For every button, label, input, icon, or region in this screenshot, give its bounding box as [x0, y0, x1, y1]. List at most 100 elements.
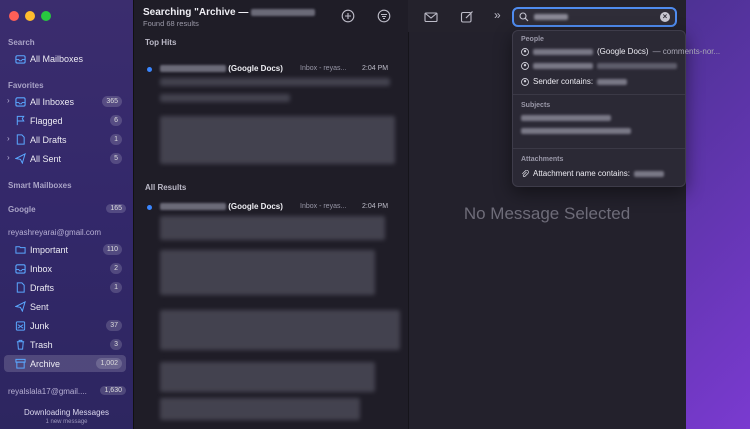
mailbox-stack-icon [15, 55, 26, 64]
message-sender: (Google Docs) [160, 64, 283, 73]
unread-dot [147, 205, 152, 210]
chevron-right-icon[interactable]: › [7, 134, 10, 143]
redacted-text [251, 8, 316, 16]
compose-icon[interactable] [460, 10, 474, 24]
search-section-header: Search [8, 38, 35, 47]
suggestion-attachment[interactable]: Attachment name contains: [521, 169, 664, 178]
minimize-window-button[interactable] [25, 11, 35, 21]
count-badge: 37 [106, 320, 122, 331]
close-window-button[interactable] [9, 11, 19, 21]
message-mailbox: Inbox - reyas... [300, 203, 347, 210]
sidebar-item-all-inboxes[interactable]: › All Inboxes 365 [4, 93, 126, 110]
redacted-preview [160, 216, 385, 240]
document-icon [16, 134, 25, 145]
sidebar-item-all-sent[interactable]: › All Sent 5 [4, 150, 126, 167]
redacted-preview [160, 310, 400, 350]
list-item[interactable]: (Google Docs) Inbox - reyas... 2:04 PM [134, 202, 409, 242]
redacted-text [533, 63, 593, 69]
list-item[interactable] [134, 310, 409, 355]
sidebar-item-drafts[interactable]: Drafts 1 [4, 279, 126, 296]
sidebar-item-label: Junk [30, 320, 50, 331]
redacted-text [521, 115, 611, 121]
person-icon [521, 62, 529, 70]
redacted-text [597, 63, 677, 69]
download-status: Downloading Messages [24, 408, 109, 417]
zoom-window-button[interactable] [41, 11, 51, 21]
search-query-redacted [534, 14, 568, 20]
message-time: 2:04 PM [362, 65, 389, 72]
envelope-icon[interactable] [424, 10, 438, 24]
document-icon [16, 282, 25, 293]
sidebar-item-all-mailboxes[interactable]: All Mailboxes [4, 50, 126, 67]
paper-plane-icon [15, 301, 26, 312]
sidebar-item-label: Important [30, 244, 69, 255]
smart-mailboxes-header[interactable]: Smart Mailboxes [8, 181, 72, 190]
sidebar-item-junk[interactable]: Junk 37 [4, 317, 126, 334]
redacted-text [521, 128, 631, 134]
archive-box-icon [15, 358, 26, 369]
redacted-preview [160, 78, 390, 86]
search-input[interactable]: × [512, 7, 677, 27]
sidebar-item-label: Drafts [30, 282, 55, 293]
google-account-header[interactable]: Google [8, 205, 36, 214]
sidebar-item-label: All Drafts [30, 134, 67, 145]
sidebar-item-label: All Mailboxes [30, 53, 84, 64]
message-mailbox: Inbox - reyas... [300, 65, 347, 72]
list-item[interactable] [134, 250, 409, 300]
unread-dot [147, 67, 152, 72]
redacted-text [633, 170, 664, 177]
sidebar-item-archive[interactable]: Archive 1,002 [4, 355, 126, 372]
filter-icon[interactable] [377, 9, 391, 23]
download-status-sub: 1 new message [45, 419, 88, 425]
sidebar-item-all-drafts[interactable]: › All Drafts 1 [4, 131, 126, 148]
search-icon [519, 12, 529, 22]
list-item[interactable]: (Google Docs) Inbox - reyas... 2:04 PM [134, 64, 409, 169]
second-account[interactable]: reyalslala17@gmail.... [8, 387, 87, 396]
redacted-preview [160, 250, 375, 295]
count-badge: 110 [102, 244, 122, 255]
overflow-chevron-icon[interactable]: » [494, 8, 508, 22]
sidebar-item-trash[interactable]: Trash 3 [4, 336, 126, 353]
favorites-section-header: Favorites [8, 81, 44, 90]
trash-icon [16, 339, 25, 350]
redacted-preview [160, 398, 360, 420]
suggestion-tag: (Google Docs) [597, 47, 649, 56]
empty-state: No Message Selected [463, 204, 631, 223]
window-controls [9, 11, 51, 21]
sidebar-item-sent[interactable]: Sent [4, 298, 126, 315]
compose-plus-icon[interactable] [341, 9, 355, 23]
sidebar-item-flagged[interactable]: Flagged 6 [4, 112, 126, 129]
suggestion-sender[interactable]: Sender contains: [521, 77, 628, 86]
suggestion-detail: — comments-nor... [652, 47, 721, 56]
sidebar-item-label: Flagged [30, 115, 63, 126]
divider [513, 94, 685, 95]
sidebar-item-important[interactable]: Important 110 [4, 241, 126, 258]
person-icon [521, 47, 529, 56]
people-header: People [521, 36, 544, 43]
account-email[interactable]: reyashreyarai@gmail.com [8, 228, 101, 237]
list-header: Searching "Archive — Found 68 results [143, 7, 316, 28]
suggestion-subject[interactable] [521, 115, 611, 121]
chevron-right-icon[interactable]: › [7, 153, 10, 162]
redacted-text [597, 78, 628, 85]
suggestion-person[interactable]: (Google Docs) — comments-nor... [521, 47, 720, 56]
redacted-preview [160, 94, 290, 102]
flag-icon [16, 115, 25, 126]
sidebar-item-inbox[interactable]: Inbox 2 [4, 260, 126, 277]
sidebar-item-label: Inbox [30, 263, 53, 274]
search-title: Searching "Archive — [143, 7, 316, 18]
count-badge: 6 [110, 115, 122, 126]
count-badge: 2 [110, 263, 122, 274]
sidebar: Search All Mailboxes Favorites › All Inb… [0, 0, 133, 429]
list-item[interactable] [134, 362, 409, 422]
clear-search-icon[interactable]: × [660, 12, 670, 22]
suggestion-subject[interactable] [521, 128, 631, 134]
attachments-header: Attachments [521, 156, 564, 163]
count-badge: 1 [110, 134, 122, 145]
suggestion-person[interactable] [521, 62, 677, 70]
redacted-text [533, 48, 593, 55]
chevron-right-icon[interactable]: › [7, 96, 10, 105]
message-list: Searching "Archive — Found 68 results To… [133, 0, 408, 429]
redacted-text [160, 203, 226, 211]
sidebar-item-label: Archive [30, 358, 61, 369]
